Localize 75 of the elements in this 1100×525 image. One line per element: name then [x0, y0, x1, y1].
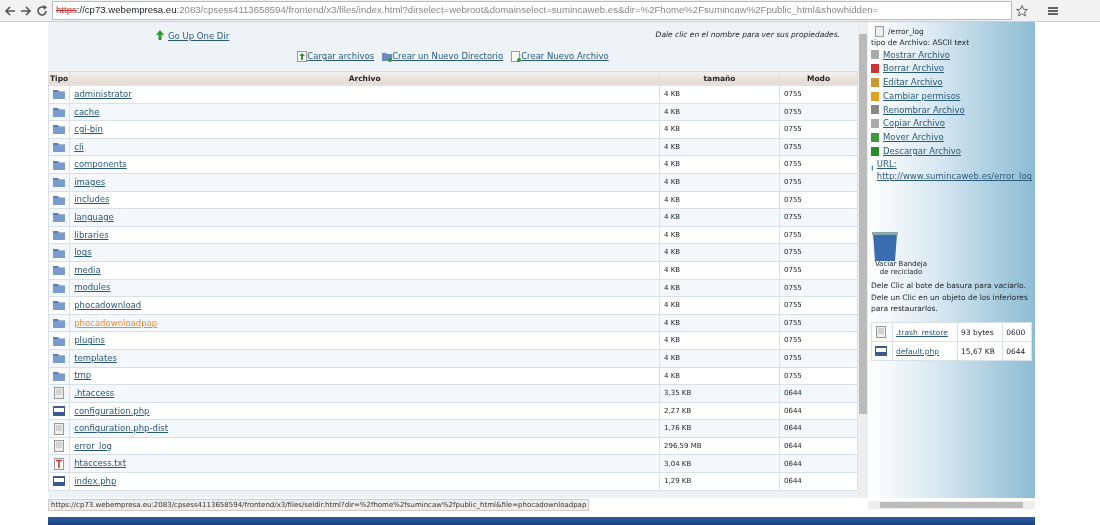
folder-icon [53, 158, 65, 171]
folder-icon [53, 229, 65, 242]
file-link[interactable]: plugins [74, 335, 105, 346]
file-icon [53, 422, 65, 435]
folder-icon [53, 88, 65, 101]
action-link[interactable]: Cargar archivos [307, 50, 375, 63]
file-link[interactable]: cli [74, 141, 84, 152]
folder-icon [53, 141, 65, 154]
file-action-link[interactable]: Copiar Archivo [883, 117, 946, 130]
folder-icon [53, 246, 65, 259]
folder-icon [53, 123, 65, 136]
horizontal-scrollbar[interactable] [868, 501, 1035, 509]
back-icon[interactable] [4, 5, 16, 16]
forward-icon[interactable] [20, 5, 32, 16]
url-link[interactable]: http://www.sumincaweb.es/error_log [876, 170, 1032, 183]
new-file-icon [511, 50, 522, 62]
new-folder-icon [382, 50, 393, 62]
file-link[interactable]: tmp [74, 370, 92, 381]
folder-icon [53, 211, 65, 224]
file-link[interactable]: cgi-bin [74, 124, 103, 135]
file-link[interactable]: includes [74, 194, 110, 205]
file-link[interactable]: error_log [74, 440, 112, 451]
text-file-icon [53, 457, 65, 470]
file-link[interactable]: administrator [74, 88, 132, 99]
folder-icon [53, 317, 65, 329]
reload-icon[interactable] [36, 4, 48, 17]
go-up-link[interactable]: Go Up One Dir [168, 30, 230, 43]
file-action-link[interactable]: Mostrar Archivo [883, 48, 950, 62]
folder-icon [53, 281, 65, 294]
action-link[interactable]: Crear un Nuevo Directorio [392, 50, 504, 63]
file-action-link[interactable]: Cambiar permisos [883, 89, 961, 103]
file-link[interactable]: logs [74, 247, 92, 258]
action-link[interactable]: Crear Nuevo Archivo [521, 50, 609, 63]
file-action-link[interactable]: Borrar Archivo [883, 62, 945, 75]
address-bar[interactable]: https://cp73.webempresa.eu:2083/cpsess4113658594/frontend/x3/files/index.html?dirselect=webroot&domainselect=sumincaweb.es&dir=%2Fhome%2Fsumincaw%2Fpublic_html&showhidden= [52, 1, 1012, 20]
folder-icon [53, 264, 65, 277]
folder-icon [53, 299, 65, 312]
folder-icon [53, 369, 65, 382]
file-link[interactable]: configuration.php-dist [74, 423, 169, 434]
file-link[interactable]: templates [74, 352, 118, 363]
file-link[interactable]: language [74, 212, 114, 223]
folder-icon [53, 334, 65, 347]
file-icon [875, 326, 887, 339]
php-file-icon [875, 345, 887, 358]
file-link[interactable]: modules [74, 282, 111, 293]
scrollbar[interactable] [858, 22, 868, 498]
file-action-link[interactable]: Renombrar Archivo [883, 103, 965, 117]
file-link[interactable]: libraries [74, 229, 109, 240]
file-link[interactable]: htaccess.txt [74, 458, 126, 469]
file-link[interactable]: .htaccess [74, 388, 115, 398]
trash-bin-icon[interactable] [871, 231, 899, 261]
file-icon [53, 387, 65, 400]
upload-icon [297, 50, 308, 62]
file-action-link[interactable]: Editar Archivo [883, 76, 943, 89]
file-link[interactable]: components [74, 159, 127, 170]
star-icon[interactable] [1016, 4, 1028, 17]
folder-icon [53, 193, 65, 206]
file-link[interactable]: phocadownload [74, 300, 142, 311]
file-icon [875, 26, 884, 38]
url-label-link[interactable]: URL: [876, 157, 1032, 171]
file-icon [53, 440, 65, 453]
php-file-icon [53, 475, 65, 488]
file-action-link[interactable]: Mover Archivo [883, 131, 944, 144]
file-action-link[interactable]: Descargar Archivo [883, 144, 961, 158]
file-link[interactable]: index.php [74, 476, 117, 486]
folder-icon [53, 352, 65, 365]
file-link[interactable]: images [74, 176, 106, 187]
menu-icon[interactable] [1048, 5, 1058, 16]
php-file-icon [53, 405, 65, 417]
file-link[interactable]: configuration.php [74, 405, 150, 416]
file-link[interactable]: media [74, 264, 101, 275]
file-link[interactable]: cache [74, 106, 100, 117]
folder-icon [53, 105, 65, 118]
up-arrow-icon [156, 30, 164, 40]
folder-icon [53, 176, 65, 189]
